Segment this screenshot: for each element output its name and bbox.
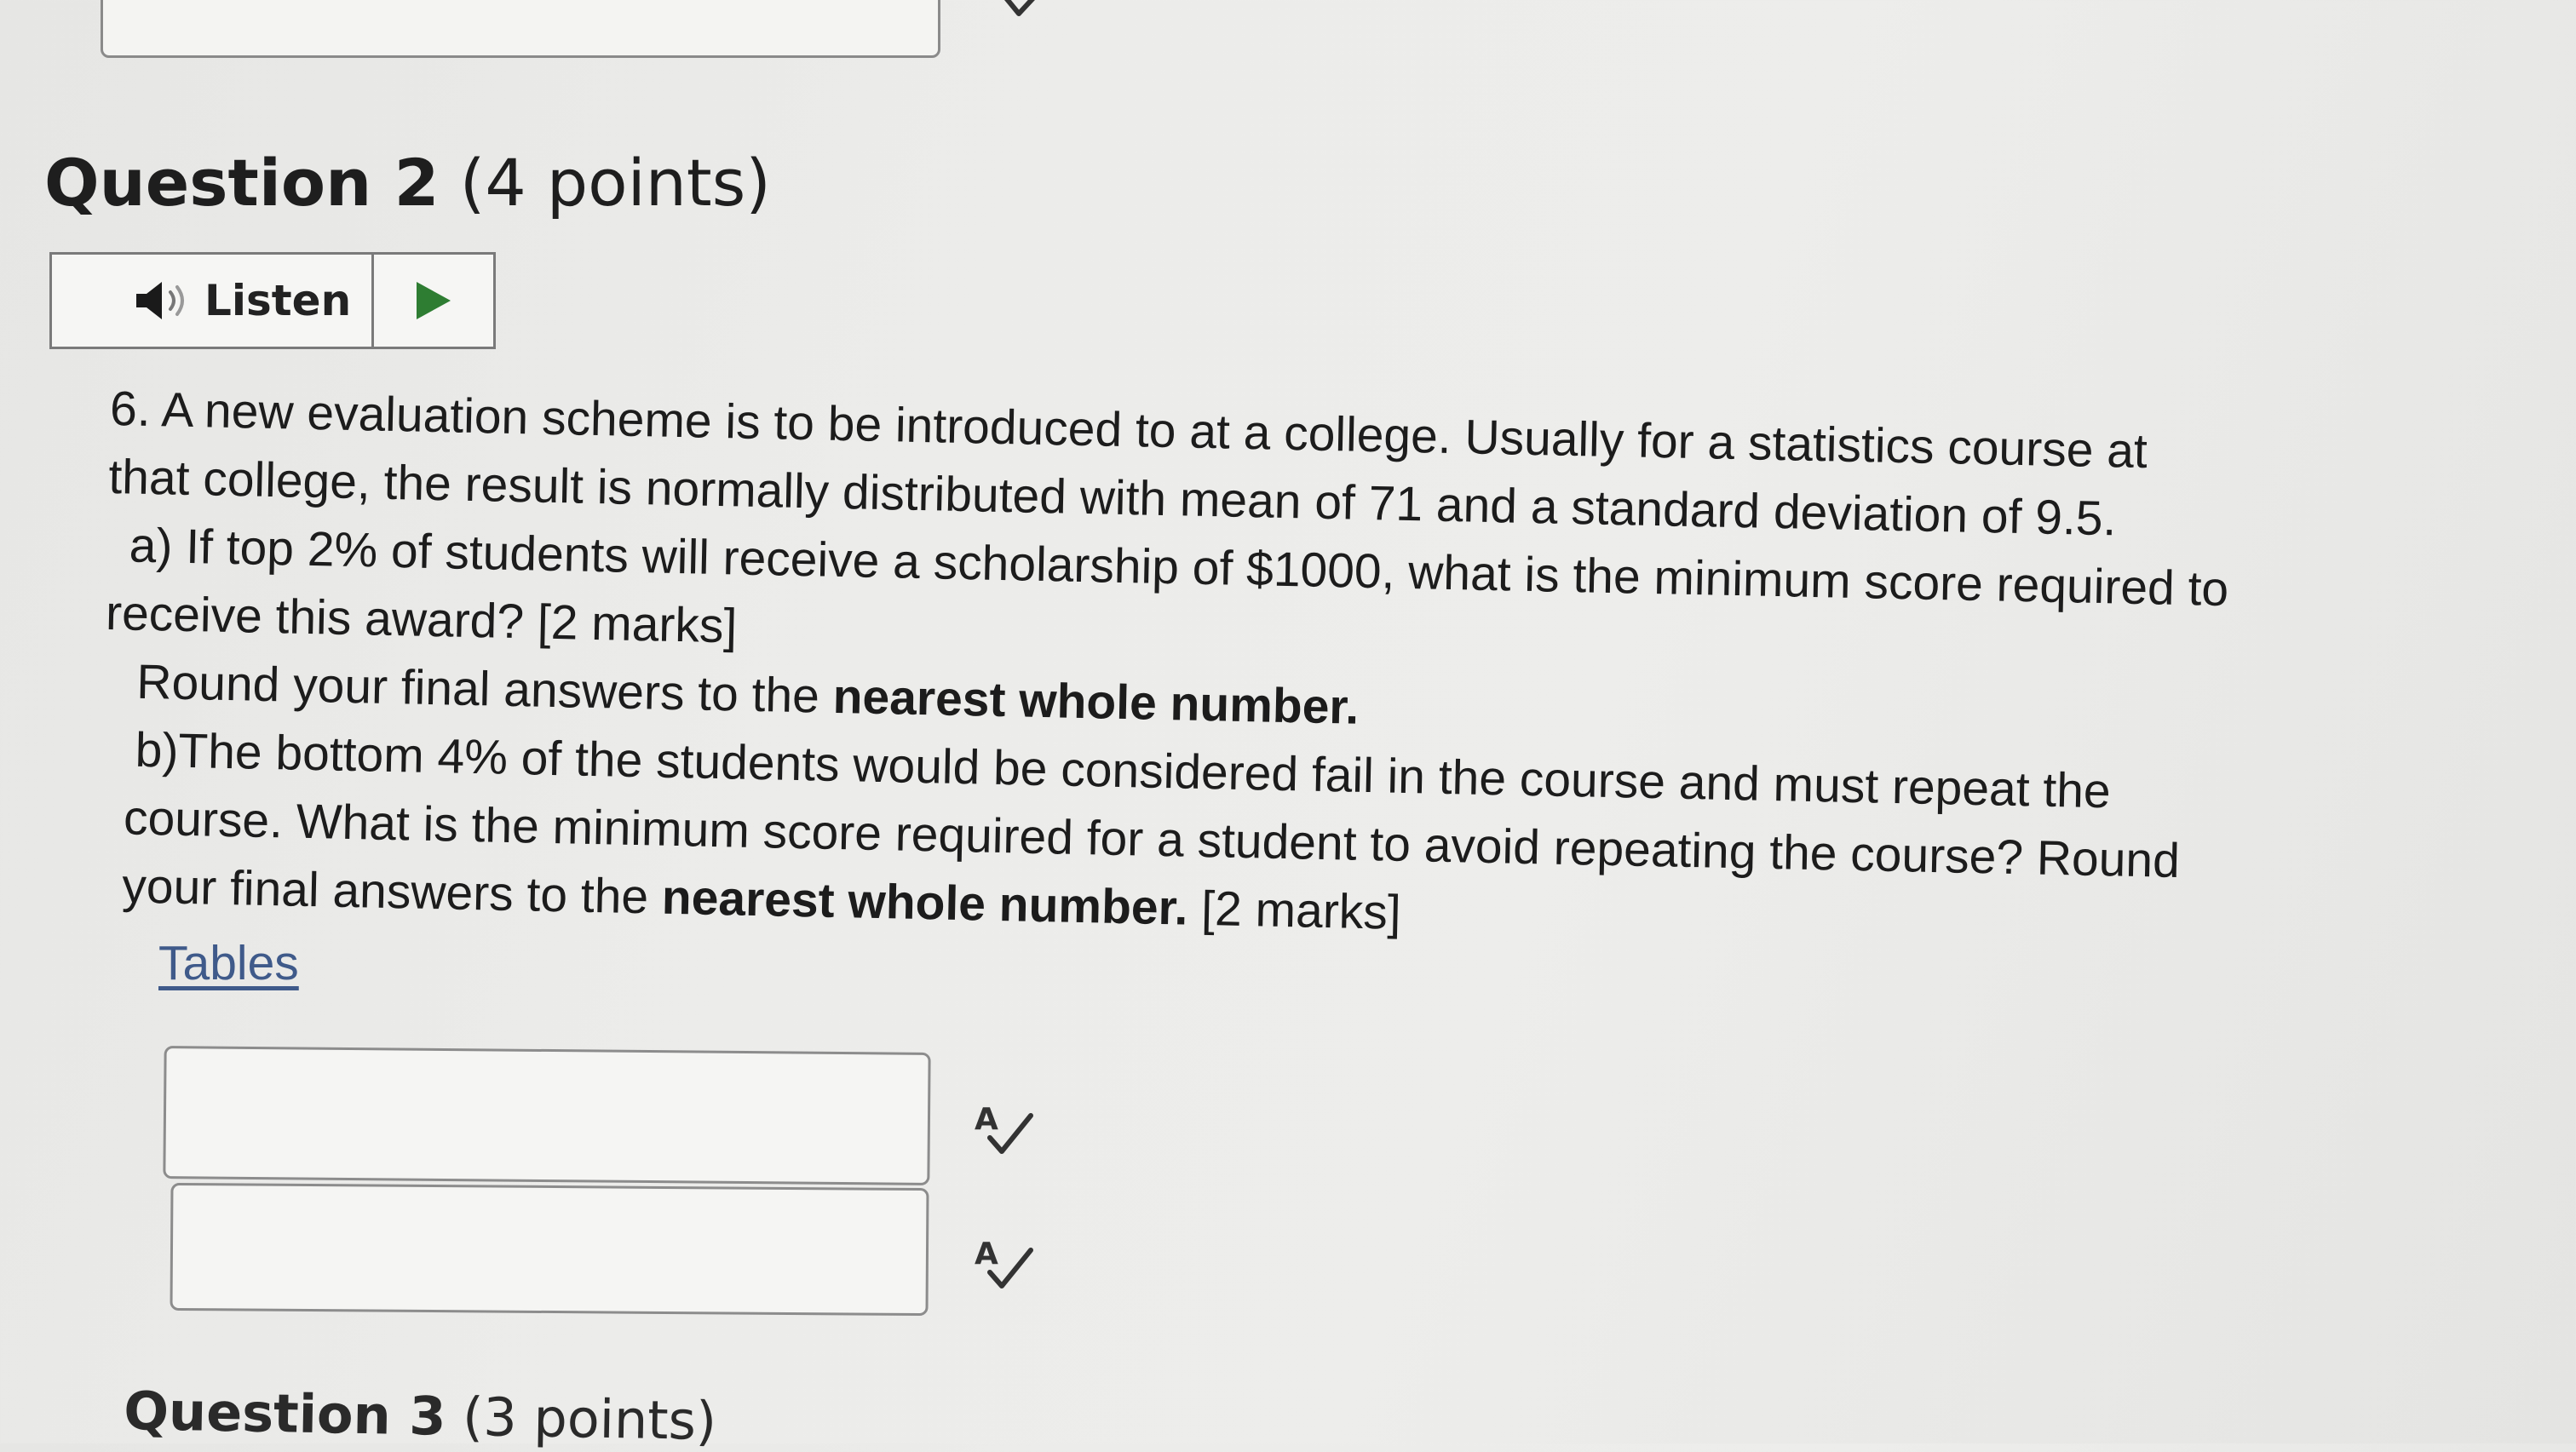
answer-b-input[interactable] bbox=[170, 1182, 929, 1317]
rounding-emphasis: nearest whole number. bbox=[832, 669, 1360, 735]
listen-label: Listen bbox=[204, 276, 352, 325]
spellcheck-icon[interactable]: A bbox=[971, 1099, 1039, 1158]
previous-answer-input[interactable] bbox=[101, 0, 940, 58]
part-b-rounding-text: your final answers to the bbox=[121, 858, 663, 925]
svg-text:A: A bbox=[975, 1102, 998, 1137]
play-icon bbox=[417, 282, 451, 319]
answer-a-input[interactable] bbox=[163, 1046, 931, 1185]
next-question-number: Question 3 bbox=[123, 1380, 447, 1448]
question-title: Question 2 (4 points) bbox=[44, 145, 771, 221]
spellcheck-icon[interactable] bbox=[997, 0, 1048, 31]
rounding-text: Round your final answers to the bbox=[135, 654, 834, 724]
play-button[interactable] bbox=[374, 255, 493, 347]
svg-text:A: A bbox=[975, 1237, 998, 1271]
question-points: (4 points) bbox=[459, 145, 771, 221]
listen-widget: Listen bbox=[49, 252, 496, 349]
next-question-title: Question 3 (3 points) bbox=[124, 1380, 717, 1452]
question-number: Question 2 bbox=[44, 145, 440, 221]
question-body: 6. A new evaluation scheme is to be intr… bbox=[100, 375, 2462, 969]
speaker-icon bbox=[136, 282, 184, 319]
part-b-marks: [2 marks] bbox=[1187, 881, 1402, 940]
spellcheck-icon[interactable]: A bbox=[971, 1233, 1039, 1293]
next-question-points: (3 points) bbox=[462, 1385, 717, 1452]
tables-link[interactable]: Tables bbox=[158, 935, 299, 991]
part-b-rounding-emphasis: nearest whole number. bbox=[661, 869, 1189, 936]
listen-button[interactable]: Listen bbox=[52, 255, 374, 347]
